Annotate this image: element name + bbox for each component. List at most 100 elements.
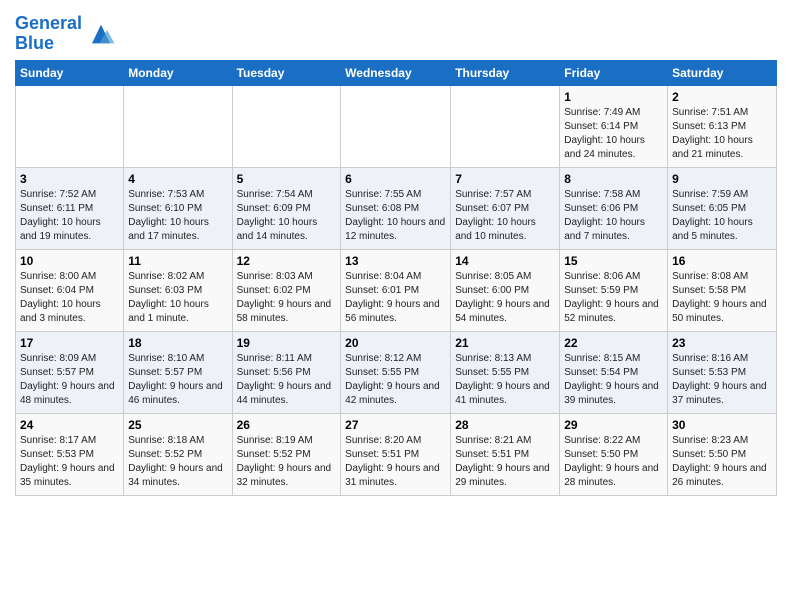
calendar-table: SundayMondayTuesdayWednesdayThursdayFrid… xyxy=(15,60,777,496)
day-number: 4 xyxy=(128,172,227,186)
calendar-cell: 3Sunrise: 7:52 AM Sunset: 6:11 PM Daylig… xyxy=(16,167,124,249)
calendar-week-row: 1Sunrise: 7:49 AM Sunset: 6:14 PM Daylig… xyxy=(16,85,777,167)
calendar-cell: 19 Sunrise: 8:11 AM Sunset: 5:56 PM Dayli… xyxy=(232,331,341,413)
day-info: Sunrise: 8:13 AM Sunset: 5:55 PM Dayligh… xyxy=(455,352,555,408)
day-number: 25 xyxy=(128,418,227,432)
day-number: 14 xyxy=(455,254,555,268)
calendar-cell: 22 Sunrise: 8:15 AM Sunset: 5:54 PM Dayli… xyxy=(560,331,668,413)
day-number: 20 xyxy=(345,336,446,350)
day-info: Sunrise: 8:17 AM Sunset: 5:53 PM Dayligh… xyxy=(20,434,119,490)
day-number: 13 xyxy=(345,254,446,268)
day-number: 19 xyxy=(237,336,337,350)
calendar-cell: 14 Sunrise: 8:05 AM Sunset: 6:00 PM Dayli… xyxy=(451,249,560,331)
day-info: Sunrise: 8:18 AM Sunset: 5:52 PM Dayligh… xyxy=(128,434,227,490)
weekday-header-monday: Monday xyxy=(124,60,232,85)
calendar-cell: 17 Sunrise: 8:09 AM Sunset: 5:57 PM Dayli… xyxy=(16,331,124,413)
calendar-cell: 28 Sunrise: 8:21 AM Sunset: 5:51 PM Dayli… xyxy=(451,413,560,495)
day-number: 3 xyxy=(20,172,119,186)
day-info: Sunrise: 8:05 AM Sunset: 6:00 PM Dayligh… xyxy=(455,270,555,326)
day-info: Sunrise: 7:51 AM Sunset: 6:13 PM Dayligh… xyxy=(672,106,772,162)
calendar-cell: 13Sunrise: 8:04 AM Sunset: 6:01 PM Dayli… xyxy=(341,249,451,331)
day-info: Sunrise: 7:49 AM Sunset: 6:14 PM Dayligh… xyxy=(564,106,663,162)
day-number: 10 xyxy=(20,254,119,268)
calendar-cell xyxy=(124,85,232,167)
day-number: 8 xyxy=(564,172,663,186)
day-info: Sunrise: 7:53 AM Sunset: 6:10 PM Dayligh… xyxy=(128,188,227,244)
calendar-cell: 7 Sunrise: 7:57 AM Sunset: 6:07 PM Daylig… xyxy=(451,167,560,249)
calendar-header: SundayMondayTuesdayWednesdayThursdayFrid… xyxy=(16,60,777,85)
day-number: 23 xyxy=(672,336,772,350)
calendar-cell: 27 Sunrise: 8:20 AM Sunset: 5:51 PM Dayli… xyxy=(341,413,451,495)
day-number: 12 xyxy=(237,254,337,268)
day-info: Sunrise: 8:09 AM Sunset: 5:57 PM Dayligh… xyxy=(20,352,119,408)
calendar-cell: 6 Sunrise: 7:55 AM Sunset: 6:08 PM Daylig… xyxy=(341,167,451,249)
calendar-cell: 26 Sunrise: 8:19 AM Sunset: 5:52 PM Dayli… xyxy=(232,413,341,495)
day-info: Sunrise: 7:55 AM Sunset: 6:08 PM Dayligh… xyxy=(345,188,446,244)
day-info: Sunrise: 8:15 AM Sunset: 5:54 PM Dayligh… xyxy=(564,352,663,408)
calendar-body: 1Sunrise: 7:49 AM Sunset: 6:14 PM Daylig… xyxy=(16,85,777,495)
day-number: 6 xyxy=(345,172,446,186)
calendar-cell xyxy=(451,85,560,167)
day-info: Sunrise: 7:54 AM Sunset: 6:09 PM Dayligh… xyxy=(237,188,337,244)
day-number: 24 xyxy=(20,418,119,432)
weekday-header-saturday: Saturday xyxy=(668,60,777,85)
logo: General Blue xyxy=(15,14,116,54)
logo-blue: Blue xyxy=(15,33,54,53)
calendar-cell xyxy=(232,85,341,167)
logo-icon xyxy=(86,19,116,49)
day-info: Sunrise: 8:11 AM Sunset: 5:56 PM Dayligh… xyxy=(237,352,337,408)
day-info: Sunrise: 8:02 AM Sunset: 6:03 PM Dayligh… xyxy=(128,270,227,326)
header: General Blue xyxy=(15,10,777,54)
weekday-header-wednesday: Wednesday xyxy=(341,60,451,85)
calendar-cell: 8 Sunrise: 7:58 AM Sunset: 6:06 PM Daylig… xyxy=(560,167,668,249)
calendar-week-row: 24 Sunrise: 8:17 AM Sunset: 5:53 PM Dayli… xyxy=(16,413,777,495)
day-number: 11 xyxy=(128,254,227,268)
weekday-header-tuesday: Tuesday xyxy=(232,60,341,85)
calendar-cell: 24 Sunrise: 8:17 AM Sunset: 5:53 PM Dayli… xyxy=(16,413,124,495)
day-number: 18 xyxy=(128,336,227,350)
calendar-cell: 16 Sunrise: 8:08 AM Sunset: 5:58 PM Dayli… xyxy=(668,249,777,331)
day-info: Sunrise: 8:06 AM Sunset: 5:59 PM Dayligh… xyxy=(564,270,663,326)
calendar-cell: 12 Sunrise: 8:03 AM Sunset: 6:02 PM Dayli… xyxy=(232,249,341,331)
calendar-cell xyxy=(341,85,451,167)
day-number: 27 xyxy=(345,418,446,432)
weekday-header-friday: Friday xyxy=(560,60,668,85)
day-number: 28 xyxy=(455,418,555,432)
calendar-cell: 5Sunrise: 7:54 AM Sunset: 6:09 PM Daylig… xyxy=(232,167,341,249)
calendar-week-row: 17 Sunrise: 8:09 AM Sunset: 5:57 PM Dayli… xyxy=(16,331,777,413)
day-info: Sunrise: 8:08 AM Sunset: 5:58 PM Dayligh… xyxy=(672,270,772,326)
day-number: 22 xyxy=(564,336,663,350)
calendar-cell: 10Sunrise: 8:00 AM Sunset: 6:04 PM Dayli… xyxy=(16,249,124,331)
logo-general: General xyxy=(15,13,82,33)
day-info: Sunrise: 8:20 AM Sunset: 5:51 PM Dayligh… xyxy=(345,434,446,490)
calendar-cell: 29 Sunrise: 8:22 AM Sunset: 5:50 PM Dayli… xyxy=(560,413,668,495)
day-info: Sunrise: 8:19 AM Sunset: 5:52 PM Dayligh… xyxy=(237,434,337,490)
calendar-cell: 21 Sunrise: 8:13 AM Sunset: 5:55 PM Dayli… xyxy=(451,331,560,413)
weekday-header-thursday: Thursday xyxy=(451,60,560,85)
day-info: Sunrise: 8:16 AM Sunset: 5:53 PM Dayligh… xyxy=(672,352,772,408)
day-number: 7 xyxy=(455,172,555,186)
day-number: 30 xyxy=(672,418,772,432)
calendar-cell: 11 Sunrise: 8:02 AM Sunset: 6:03 PM Dayli… xyxy=(124,249,232,331)
day-info: Sunrise: 8:10 AM Sunset: 5:57 PM Dayligh… xyxy=(128,352,227,408)
day-info: Sunrise: 8:22 AM Sunset: 5:50 PM Dayligh… xyxy=(564,434,663,490)
day-info: Sunrise: 8:03 AM Sunset: 6:02 PM Dayligh… xyxy=(237,270,337,326)
calendar-cell: 9Sunrise: 7:59 AM Sunset: 6:05 PM Daylig… xyxy=(668,167,777,249)
day-number: 16 xyxy=(672,254,772,268)
calendar-week-row: 10Sunrise: 8:00 AM Sunset: 6:04 PM Dayli… xyxy=(16,249,777,331)
day-info: Sunrise: 7:57 AM Sunset: 6:07 PM Dayligh… xyxy=(455,188,555,244)
day-info: Sunrise: 7:58 AM Sunset: 6:06 PM Dayligh… xyxy=(564,188,663,244)
day-info: Sunrise: 8:23 AM Sunset: 5:50 PM Dayligh… xyxy=(672,434,772,490)
day-number: 21 xyxy=(455,336,555,350)
calendar-cell: 1Sunrise: 7:49 AM Sunset: 6:14 PM Daylig… xyxy=(560,85,668,167)
day-number: 17 xyxy=(20,336,119,350)
weekday-header-sunday: Sunday xyxy=(16,60,124,85)
day-number: 26 xyxy=(237,418,337,432)
calendar-cell: 4 Sunrise: 7:53 AM Sunset: 6:10 PM Daylig… xyxy=(124,167,232,249)
calendar-cell: 30 Sunrise: 8:23 AM Sunset: 5:50 PM Dayli… xyxy=(668,413,777,495)
day-info: Sunrise: 8:21 AM Sunset: 5:51 PM Dayligh… xyxy=(455,434,555,490)
calendar-cell: 23 Sunrise: 8:16 AM Sunset: 5:53 PM Dayli… xyxy=(668,331,777,413)
day-number: 29 xyxy=(564,418,663,432)
calendar-cell: 2Sunrise: 7:51 AM Sunset: 6:13 PM Daylig… xyxy=(668,85,777,167)
calendar-cell: 18 Sunrise: 8:10 AM Sunset: 5:57 PM Dayli… xyxy=(124,331,232,413)
